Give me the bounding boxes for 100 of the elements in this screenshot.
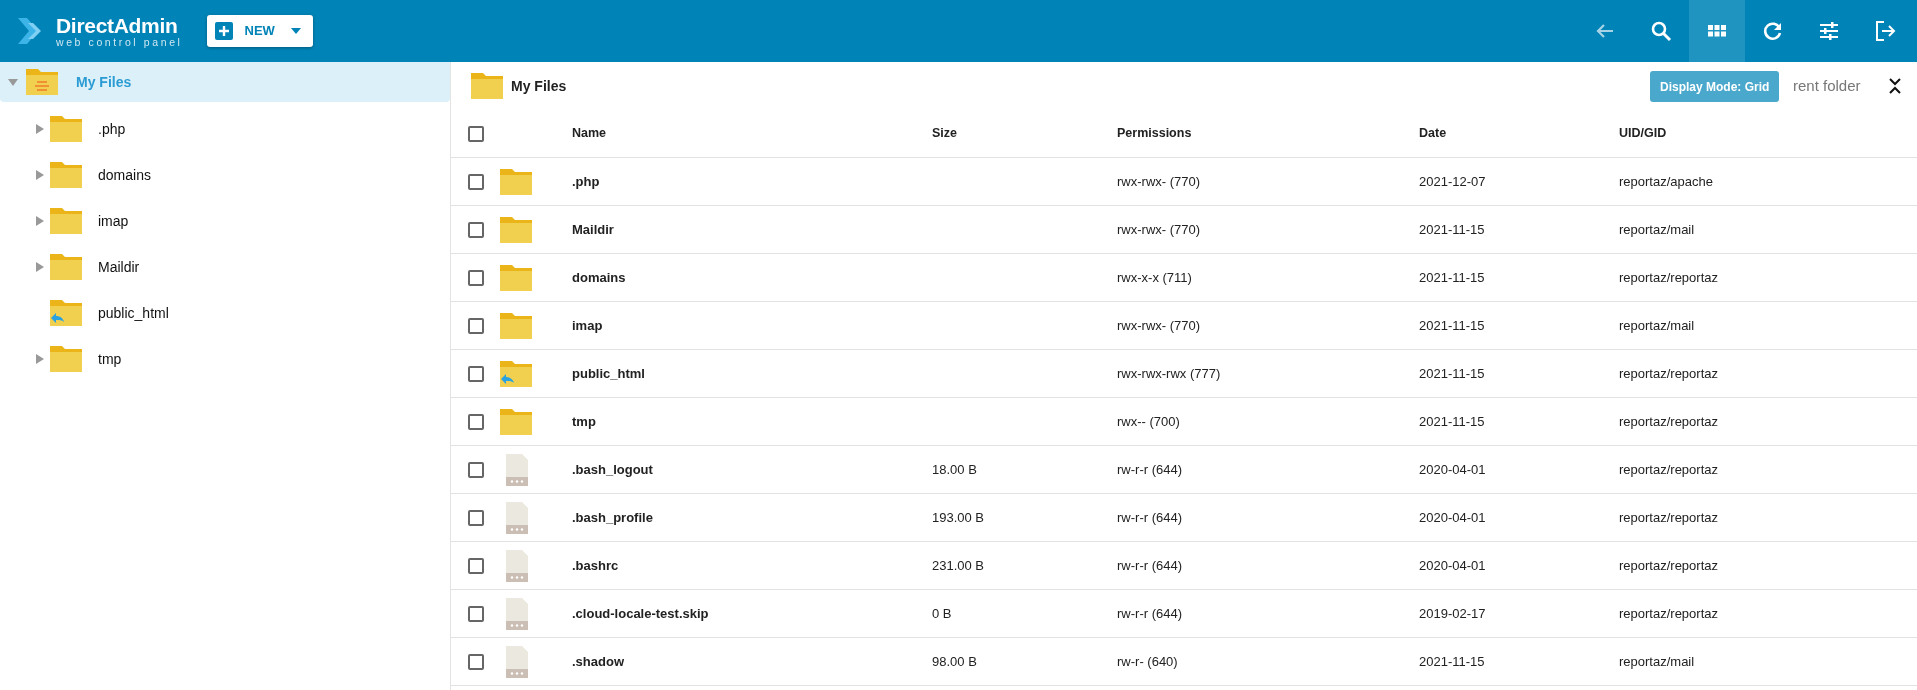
column-header[interactable]: Permissions xyxy=(1117,126,1192,141)
new-button[interactable]: NEW xyxy=(206,15,313,47)
table-cell: 2021-11-15 xyxy=(1419,653,1485,669)
table-cell: reportaz/reportaz xyxy=(1619,509,1718,525)
tree-item[interactable]: tmp xyxy=(98,348,122,370)
table-cell: 193.00 B xyxy=(932,509,985,525)
folder-icon xyxy=(500,264,532,291)
tooltip: Display Mode: Grid xyxy=(1650,71,1780,102)
table-cell: 2021-11-15 xyxy=(1419,269,1485,285)
column-header[interactable]: Date xyxy=(1419,126,1447,141)
table-cell: rwx-rwx- (770) xyxy=(1117,221,1201,237)
tree-item[interactable]: .php xyxy=(98,118,126,140)
table-cell: 18.00 B xyxy=(932,461,977,477)
folder-icon xyxy=(500,312,532,339)
table-cell: reportaz/reportaz xyxy=(1619,605,1718,621)
collapse-button[interactable] xyxy=(1889,78,1901,94)
checkbox[interactable] xyxy=(468,317,484,334)
table-cell: reportaz/mail xyxy=(1619,317,1695,333)
logout-icon xyxy=(1873,19,1897,43)
checkbox[interactable] xyxy=(468,653,484,670)
checkbox[interactable] xyxy=(468,173,484,190)
search-icon xyxy=(1649,19,1673,43)
expand-arrow-icon[interactable] xyxy=(35,354,45,364)
checkbox[interactable] xyxy=(468,365,484,382)
checkbox[interactable] xyxy=(468,509,484,526)
grid-button[interactable] xyxy=(1689,0,1745,62)
file-name[interactable]: .php xyxy=(572,173,600,189)
table-cell: 98.00 B xyxy=(932,653,977,669)
column-header[interactable]: Size xyxy=(932,126,957,141)
plus-icon xyxy=(214,22,233,40)
file-name[interactable]: .cloud-locale-test.skip xyxy=(572,605,709,621)
table-cell: rw-r-r (644) xyxy=(1117,557,1182,573)
tree-item[interactable]: domains xyxy=(98,164,151,186)
folder-icon xyxy=(50,162,82,188)
tree-item[interactable]: public_html xyxy=(98,302,169,324)
caret-icon xyxy=(290,28,301,34)
table-cell: rwx-- (700) xyxy=(1117,413,1180,429)
table-cell: reportaz/reportaz xyxy=(1619,413,1718,429)
column-header[interactable]: Name xyxy=(572,126,607,141)
folder-icon xyxy=(50,346,82,372)
table-cell: 2019-02-17 xyxy=(1419,605,1486,621)
column-header[interactable]: UID/GID xyxy=(1619,126,1667,141)
checkbox[interactable] xyxy=(468,125,484,142)
file-name[interactable]: .bash_logout xyxy=(572,461,653,477)
table-cell: reportaz/reportaz xyxy=(1619,269,1718,285)
file-icon xyxy=(506,453,528,486)
expand-arrow-icon[interactable] xyxy=(35,124,45,134)
table-cell: rw-r-r (644) xyxy=(1117,605,1182,621)
table-cell: rw-r-r (644) xyxy=(1117,461,1182,477)
table-cell: 2021-11-15 xyxy=(1419,413,1485,429)
table-cell: rwx-x-x (711) xyxy=(1117,269,1192,285)
table-cell: rw-r- (640) xyxy=(1117,653,1178,669)
table-cell: reportaz/reportaz xyxy=(1619,557,1718,573)
file-name[interactable]: .bashrc xyxy=(572,557,619,573)
checkbox[interactable] xyxy=(468,557,484,574)
table-cell: rwx-rwx- (770) xyxy=(1117,317,1201,333)
folder-icon xyxy=(500,216,532,243)
file-name[interactable]: public_html xyxy=(572,365,645,381)
table-cell: 0 B xyxy=(932,605,952,621)
table-cell: reportaz/reportaz xyxy=(1619,365,1718,381)
shared-folder-icon xyxy=(50,300,82,326)
expand-arrow-icon[interactable] xyxy=(35,216,45,226)
file-name[interactable]: .shadow xyxy=(572,653,624,669)
table-cell: 2020-04-01 xyxy=(1419,509,1486,525)
table-cell: reportaz/mail xyxy=(1619,221,1695,237)
logo-subtitle: web control panel xyxy=(56,36,183,48)
table-cell: rw-r-r (644) xyxy=(1117,509,1182,525)
folder-icon xyxy=(471,73,503,99)
tree-item[interactable]: imap xyxy=(98,210,129,232)
file-icon xyxy=(506,501,528,534)
checkbox[interactable] xyxy=(468,221,484,238)
folder-icon xyxy=(500,408,532,435)
file-name[interactable]: .bash_profile xyxy=(572,509,653,525)
shared-folder-icon xyxy=(500,360,532,387)
table-cell: 2021-11-15 xyxy=(1419,221,1485,237)
folder-icon xyxy=(26,69,58,95)
logo-title: DirectAdmin xyxy=(56,14,179,37)
file-name[interactable]: tmp xyxy=(572,413,596,429)
folder-icon xyxy=(50,116,82,142)
table-cell: rwx-rwx-rwx (777) xyxy=(1117,365,1221,381)
expand-arrow-icon[interactable] xyxy=(35,262,45,272)
folder-icon xyxy=(50,254,82,280)
file-icon xyxy=(506,645,528,678)
file-icon xyxy=(506,597,528,630)
folder-icon xyxy=(50,208,82,234)
breadcrumb-item[interactable]: My Files xyxy=(511,75,567,97)
file-name[interactable]: domains xyxy=(572,269,626,285)
table-cell: 2020-04-01 xyxy=(1419,461,1486,477)
sliders-icon xyxy=(1817,19,1841,43)
expand-arrow-icon[interactable] xyxy=(35,170,45,180)
tree-item[interactable]: Maildir xyxy=(98,256,140,278)
file-icon xyxy=(506,549,528,582)
checkbox[interactable] xyxy=(468,605,484,622)
checkbox[interactable] xyxy=(468,269,484,286)
table-cell: 2021-11-15 xyxy=(1419,317,1485,333)
checkbox[interactable] xyxy=(468,461,484,478)
file-name[interactable]: imap xyxy=(572,317,603,333)
checkbox[interactable] xyxy=(468,413,484,430)
chevrons-icon xyxy=(1889,78,1901,94)
file-name[interactable]: Maildir xyxy=(572,221,614,237)
